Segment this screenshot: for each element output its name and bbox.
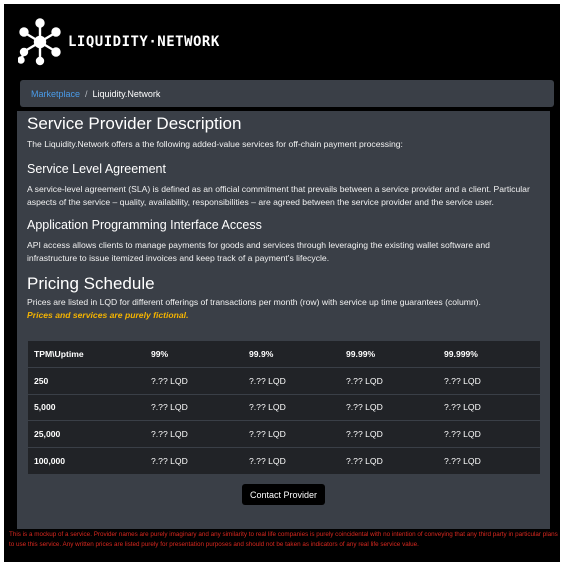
pricing-table: TPM\Uptime 99% 99.9% 99.99% 99.999% 250 … (28, 341, 540, 474)
description-title: Service Provider Description (27, 114, 242, 133)
table-cell: ?.?? LQD (346, 367, 444, 395)
table-header-cell: 99.999% (444, 341, 540, 369)
table-cell: ?.?? LQD (346, 394, 444, 422)
breadcrumb-separator: / (85, 88, 88, 99)
table-header-cell: 99.99% (346, 341, 444, 369)
pricing-text: Prices are listed in LQD for different o… (27, 297, 481, 307)
table-cell: ?.?? LQD (151, 367, 249, 395)
table-cell: 100,000 (34, 455, 66, 466)
sla-text: A service-level agreement (SLA) is defin… (27, 184, 530, 207)
table-cell: ?.?? LQD (151, 420, 249, 448)
pricing-title: Pricing Schedule (27, 274, 155, 293)
table-header-cell: 99.9% (249, 341, 346, 369)
table-cell: 5,000 (28, 394, 151, 422)
sla-title: Service Level Agreement (27, 162, 166, 176)
table-cell: ?.?? LQD (249, 420, 346, 448)
table-cell: 250 (28, 367, 151, 395)
table-cell: ?.?? LQD (346, 420, 444, 448)
provider-content: Service Provider Description The Liquidi… (27, 111, 542, 322)
table-row: 100,000 ?.?? LQD ?.?? LQD ?.?? LQD ?.?? … (28, 447, 540, 474)
brand-name[interactable]: LIQUIDITY·NETWORK (68, 34, 220, 50)
table-row: 250 ?.?? LQD ?.?? LQD ?.?? LQD ?.?? LQD (28, 367, 540, 395)
description-intro: The Liquidity.Network offers a the follo… (27, 139, 403, 149)
mockup-disclaimer: This is a mockup of a service. Provider … (9, 531, 558, 548)
pricing-warning: Prices and services are purely fictional… (27, 310, 189, 320)
table-row: 5,000 ?.?? LQD ?.?? LQD ?.?? LQD ?.?? LQ… (28, 394, 540, 422)
table-cell: ?.?? LQD (151, 394, 249, 422)
table-header-cell: 99% (151, 341, 249, 369)
table-row: 25,000 ?.?? LQD ?.?? LQD ?.?? LQD ?.?? L… (28, 420, 540, 448)
table-cell: ?.?? LQD (444, 367, 540, 395)
table-cell: ?.?? LQD (444, 420, 540, 448)
provider-card: Service Provider Description The Liquidi… (17, 111, 550, 529)
table-cell: 25,000 (28, 420, 151, 448)
breadcrumb: Marketplace / Liquidity.Network (20, 80, 554, 107)
api-title: Application Programming Interface Access (27, 218, 262, 232)
breadcrumb-marketplace-link[interactable]: Marketplace (31, 89, 80, 99)
api-text: API access allows clients to manage paym… (27, 240, 490, 263)
table-cell: ?.?? LQD (444, 394, 540, 422)
breadcrumb-current: Liquidity.Network (92, 88, 161, 99)
table-cell: ?.?? LQD (346, 455, 383, 466)
table-header-row: TPM\Uptime 99% 99.9% 99.99% 99.999% (28, 341, 540, 369)
table-cell: ?.?? LQD (151, 455, 188, 466)
table-cell: ?.?? LQD (249, 455, 286, 466)
table-cell: ?.?? LQD (249, 394, 346, 422)
site-header: LIQUIDITY·NETWORK (18, 14, 318, 70)
network-node-icon[interactable] (18, 17, 62, 67)
contact-provider-button[interactable]: Contact Provider (242, 484, 325, 505)
table-cell: ?.?? LQD (444, 455, 481, 466)
table-cell: ?.?? LQD (249, 367, 346, 395)
table-header-cell: TPM\Uptime (28, 341, 151, 369)
